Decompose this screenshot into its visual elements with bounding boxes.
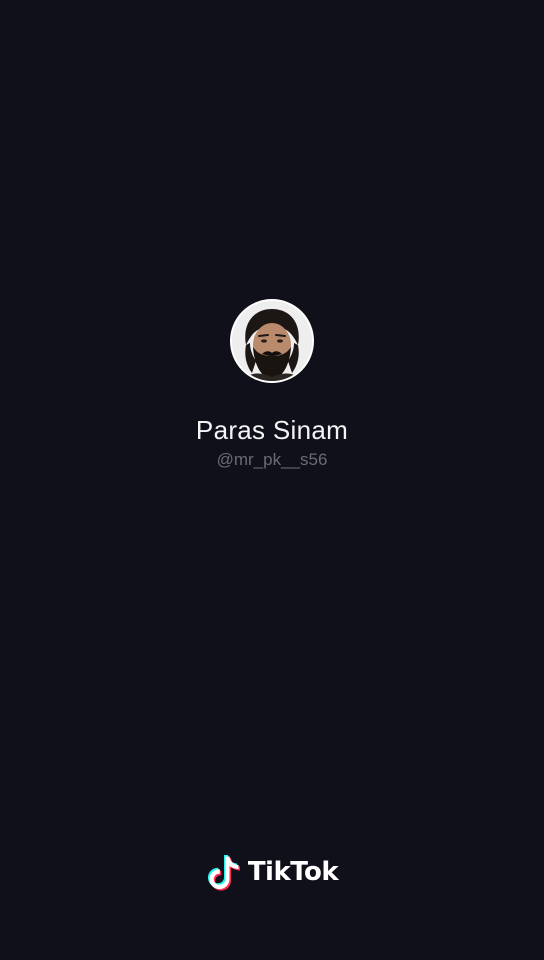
tiktok-branding: TikTok — [0, 852, 544, 892]
tiktok-wordmark: TikTok — [247, 857, 339, 887]
tiktok-end-screen: Paras Sinam @mr_pk__s56 TikTok — [0, 0, 544, 960]
display-name: Paras Sinam — [195, 415, 349, 445]
username: @mr_pk__s56 — [216, 450, 328, 469]
profile-card: Paras Sinam @mr_pk__s56 — [0, 299, 544, 471]
avatar[interactable] — [230, 299, 314, 383]
tiktok-note-icon — [207, 855, 240, 891]
avatar-image — [232, 301, 312, 381]
tiktok-logo: TikTok — [206, 852, 339, 892]
